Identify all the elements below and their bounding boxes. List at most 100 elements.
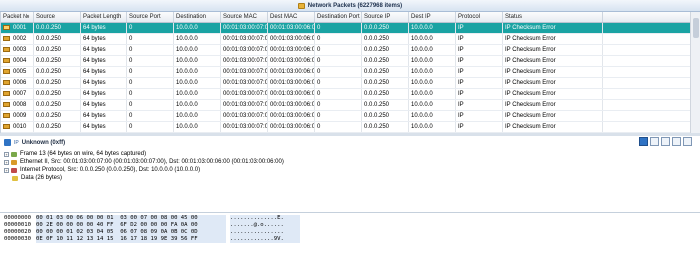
table-cell: 0.0.0.250 — [34, 56, 81, 66]
packet-number: 0001 — [13, 25, 27, 31]
packet-number-cell: 0009 — [1, 111, 34, 121]
hex-ascii[interactable]: ..............E. .......@.o..............… — [230, 215, 300, 243]
list-view-button[interactable] — [650, 137, 659, 146]
table-cell: 00:01:03:00:06:00 — [270, 122, 315, 132]
table-cell: 0 — [127, 111, 174, 121]
table-cell: 0 — [127, 67, 174, 77]
table-cell: 0.0.0.250 — [362, 89, 409, 99]
table-cell: 10.0.0.0 — [409, 67, 456, 77]
packet-grid[interactable]: Packet № Source Packet Length Source Port De… — [0, 12, 690, 133]
packet-row[interactable]: 0005 0.0.0.250 64 bytes 0 10.0.0.0 00:01:03:0… — [1, 67, 690, 78]
packet-number: 0008 — [13, 102, 27, 108]
table-cell: 0.0.0.250 — [34, 34, 81, 44]
table-cell: 0 — [315, 23, 362, 33]
hex-splitter[interactable] — [0, 212, 700, 213]
packet-row[interactable]: 0003 0.0.0.250 64 bytes 0 10.0.0.0 00:01:03:0… — [1, 45, 690, 56]
packet-row[interactable]: 0002 0.0.0.250 64 bytes 0 10.0.0.0 00:01:03:0… — [1, 34, 690, 45]
grid-header: Packet № Source Packet Length Source Port De… — [1, 12, 690, 23]
protocol-bar: IP Unknown (0xff) — [0, 136, 700, 149]
packet-icon — [3, 101, 10, 107]
grid-vertical-scrollbar[interactable] — [690, 12, 700, 133]
hex-bytes[interactable]: 00 01 03 00 06 00 00 01 03 00 07 00 08 0… — [36, 215, 226, 243]
column-header[interactable]: Source — [34, 12, 81, 22]
packet-row[interactable]: 0007 0.0.0.250 64 bytes 0 10.0.0.0 00:01:03:0… — [1, 89, 690, 100]
packet-number-cell: 0004 — [1, 56, 34, 66]
hex-offsets-line: 00000030 — [4, 236, 31, 242]
table-cell: 10.0.0.0 — [174, 34, 221, 44]
collapse-all-button[interactable] — [672, 137, 681, 146]
expand-icon[interactable]: + — [4, 151, 9, 157]
table-cell: 64 bytes — [81, 67, 127, 77]
hex-ascii-line: .............9V. — [230, 236, 284, 242]
table-cell: IP Checksum Error — [503, 34, 603, 44]
table-cell: 0.0.0.250 — [362, 56, 409, 66]
packet-number-cell: 0001 — [1, 23, 34, 33]
packet-row[interactable]: 0008 0.0.0.250 64 bytes 0 10.0.0.0 00:01:03:0… — [1, 100, 690, 111]
expand-all-button[interactable] — [661, 137, 670, 146]
tree-node-label: Ethernet II, Src: 00:01:03:00:07:00 (00:… — [20, 159, 284, 165]
table-cell: 10.0.0.0 — [174, 45, 221, 55]
tree-node[interactable]: Data (26 bytes) — [4, 174, 694, 182]
packet-number-cell: 0010 — [1, 122, 34, 132]
packet-row[interactable]: 0004 0.0.0.250 64 bytes 0 10.0.0.0 00:01:03:0… — [1, 56, 690, 67]
tree-node[interactable]: + Internet Protocol, Src: 0.0.0.250 (0.0.… — [4, 166, 694, 174]
table-cell: IP — [456, 122, 503, 132]
column-header[interactable]: Status — [503, 12, 603, 22]
packet-number-cell: 0005 — [1, 67, 34, 77]
expand-icon[interactable]: + — [4, 167, 9, 173]
packet-number-cell: 0002 — [1, 34, 34, 44]
window-title: Network Packets (6227968 items) — [307, 2, 403, 9]
table-cell: IP — [456, 34, 503, 44]
column-header[interactable]: Packet № — [1, 12, 34, 22]
expand-icon[interactable]: + — [4, 159, 9, 165]
scrollbar-thumb[interactable] — [693, 18, 699, 38]
table-cell: 10.0.0.0 — [174, 23, 221, 33]
table-cell: 00:01:03:00:07:00 — [223, 100, 268, 110]
table-cell: IP Checksum Error — [503, 100, 603, 110]
table-cell: 10.0.0.0 — [409, 23, 456, 33]
table-cell: IP — [456, 45, 503, 55]
table-cell: IP Checksum Error — [503, 111, 603, 121]
tree-view-button[interactable] — [639, 137, 648, 146]
packet-icon — [3, 24, 10, 30]
packet-number-cell: 0006 — [1, 78, 34, 88]
data-icon — [12, 175, 18, 181]
table-cell: 0 — [315, 122, 362, 132]
column-header[interactable]: Source MAC — [221, 12, 268, 22]
hex-view-button[interactable] — [683, 137, 692, 146]
packet-row[interactable]: 0010 0.0.0.250 64 bytes 0 10.0.0.0 00:01:03:0… — [1, 122, 690, 133]
column-header[interactable]: Destination — [174, 12, 221, 22]
table-cell: 0 — [315, 111, 362, 121]
packet-row[interactable]: 0001 0.0.0.250 64 bytes 0 10.0.0.0 00:01:03:0… — [1, 23, 690, 34]
packet-icon — [3, 35, 10, 41]
column-header[interactable]: Dest IP — [409, 12, 456, 22]
table-cell: 00:01:03:00:07:00 — [223, 45, 268, 55]
tree-node[interactable]: + Frame 13 (64 bytes on wire, 64 bytes ca… — [4, 150, 694, 158]
hex-ascii-line: ................ — [230, 229, 284, 235]
table-cell: 0 — [127, 23, 174, 33]
column-header[interactable]: Packet Length — [81, 12, 127, 22]
packet-icon — [3, 57, 10, 63]
table-cell: 00:01:03:00:07:00 — [223, 34, 268, 44]
table-cell: 0.0.0.250 — [362, 122, 409, 132]
column-header[interactable]: Dest MAC — [268, 12, 315, 22]
table-cell: 10.0.0.0 — [409, 34, 456, 44]
table-cell: 0.0.0.250 — [34, 23, 81, 33]
table-cell: IP — [456, 111, 503, 121]
hex-offsets: 00000000 00000010 00000020 00000030 — [4, 215, 34, 243]
column-header[interactable]: Source Port — [127, 12, 174, 22]
table-cell: 0 — [127, 89, 174, 99]
table-cell: 00:01:03:00:07:00 — [223, 23, 268, 33]
hex-dump: 00000000 00000010 00000020 00000030 00 01 0… — [4, 215, 694, 260]
column-header[interactable]: Protocol — [456, 12, 503, 22]
table-cell: 10.0.0.0 — [174, 67, 221, 77]
packet-icon — [3, 79, 10, 85]
packet-number-cell: 0003 — [1, 45, 34, 55]
column-header[interactable]: Destination Port — [315, 12, 362, 22]
packet-row[interactable]: 0009 0.0.0.250 64 bytes 0 10.0.0.0 00:01:03:0… — [1, 111, 690, 122]
column-header[interactable]: Source IP — [362, 12, 409, 22]
grid-body: 0001 0.0.0.250 64 bytes 0 10.0.0.0 00:01:03:0… — [1, 23, 690, 133]
tree-node[interactable]: + Ethernet II, Src: 00:01:03:00:07:00 (00… — [4, 158, 694, 166]
packet-row[interactable]: 0006 0.0.0.250 64 bytes 0 10.0.0.0 00:01:03:0… — [1, 78, 690, 89]
hex-bytes-line: 00 01 03 00 06 00 00 01 03 00 07 00 08 0… — [36, 215, 198, 221]
